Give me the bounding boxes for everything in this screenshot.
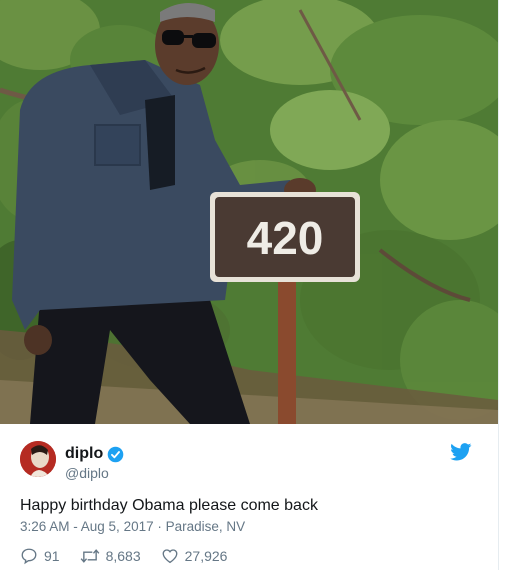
reply-icon: [21, 548, 37, 565]
retweet-count: 8,683: [105, 548, 141, 564]
like-button[interactable]: 27,926: [161, 547, 228, 565]
tweet-text: Happy birthday Obama please come back: [20, 497, 318, 514]
name-row: diplo: [65, 445, 124, 463]
user-handle[interactable]: @diplo: [65, 465, 109, 481]
photo-illustration: 420: [0, 0, 498, 424]
retweet-button[interactable]: 8,683: [80, 547, 141, 565]
tweet-card: 420 diplo @diplo Happy birthday Obama pl…: [0, 0, 499, 570]
tweet-header: diplo @diplo: [20, 441, 480, 481]
heart-icon: [162, 549, 178, 564]
reply-button[interactable]: 91: [20, 547, 60, 565]
verified-badge-icon: [107, 446, 124, 462]
tweet-photo[interactable]: 420: [0, 0, 498, 424]
reply-count: 91: [44, 548, 60, 564]
like-count: 27,926: [184, 548, 228, 564]
retweet-icon: [80, 549, 99, 563]
display-name[interactable]: diplo: [65, 445, 103, 463]
twitter-bird-icon[interactable]: [450, 443, 472, 461]
avatar[interactable]: [20, 441, 56, 477]
tweet-timestamp-location[interactable]: 3:26 AM - Aug 5, 2017 · Paradise, NV: [20, 519, 245, 534]
sign-number: 420: [247, 212, 324, 264]
tweet-actions: 91 8,683 27,926: [20, 547, 247, 565]
avatar-image: [20, 441, 56, 477]
